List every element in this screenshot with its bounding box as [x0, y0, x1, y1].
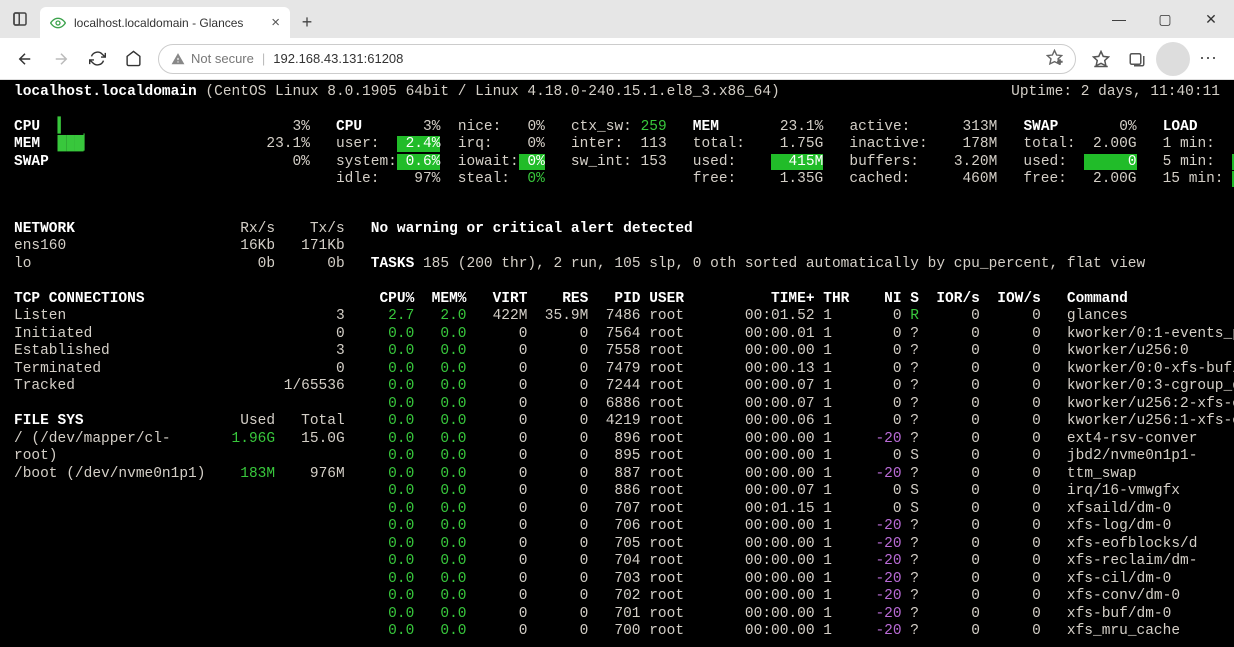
tab-title: localhost.localdomain - Glances [74, 16, 243, 30]
collections-button[interactable] [1120, 42, 1154, 76]
tab-menu-button[interactable] [0, 0, 40, 38]
not-secure-badge[interactable]: Not secure [171, 51, 254, 66]
window-close-button[interactable]: ✕ [1188, 0, 1234, 38]
profile-button[interactable] [1156, 42, 1190, 76]
home-button[interactable] [116, 42, 150, 76]
new-tab-button[interactable]: + [290, 7, 324, 38]
window-titlebar: localhost.localdomain - Glances × + — ▢ … [0, 0, 1234, 38]
glances-page: localhost.localdomain (CentOS Linux 8.0.… [0, 80, 1234, 647]
favorites-list-button[interactable] [1084, 42, 1118, 76]
tab-close-button[interactable]: × [271, 15, 280, 30]
uptime: Uptime: 2 days, 11:40:11 [1011, 84, 1220, 102]
refresh-button[interactable] [80, 42, 114, 76]
window-maximize-button[interactable]: ▢ [1142, 0, 1188, 38]
eye-icon [50, 15, 66, 31]
address-bar[interactable]: Not secure | 192.168.43.131:61208 + [158, 44, 1076, 74]
forward-button[interactable] [44, 42, 78, 76]
svg-text:+: + [1057, 56, 1062, 65]
browser-tab[interactable]: localhost.localdomain - Glances × [40, 7, 290, 38]
hostname: localhost.localdomain [14, 84, 197, 102]
window-minimize-button[interactable]: — [1096, 0, 1142, 38]
url-text: 192.168.43.131:61208 [273, 51, 403, 66]
favorite-button[interactable]: + [1046, 49, 1063, 69]
browser-toolbar: Not secure | 192.168.43.131:61208 + ⋯ [0, 38, 1234, 80]
menu-button[interactable]: ⋯ [1192, 42, 1226, 76]
back-button[interactable] [8, 42, 42, 76]
